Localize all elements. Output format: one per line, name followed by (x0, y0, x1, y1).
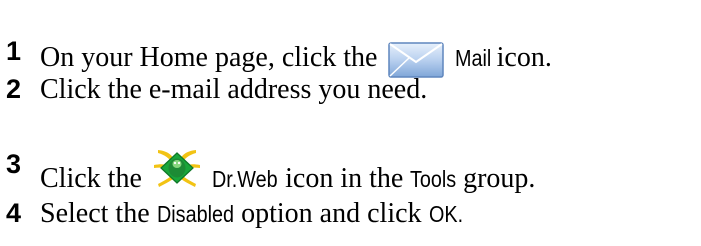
disabled-label: Disabled (156, 201, 234, 227)
tools-label: Tools (410, 166, 457, 192)
mail-label: Mail (455, 45, 492, 71)
step-text-before: On your Home page, click the (40, 42, 378, 73)
step-text-middle: icon in the (285, 163, 404, 194)
step-text: Click the e-mail address you need. (40, 74, 428, 105)
step-number: 1 (6, 36, 22, 66)
step-text-after: icon. (496, 42, 552, 73)
step-number: 3 (6, 149, 22, 179)
step-text: On your Home page, click the Mail icon. (40, 36, 552, 78)
step-text-after: group. (463, 163, 536, 194)
step-number: 4 (6, 198, 22, 228)
mail-envelope-icon (388, 42, 445, 78)
step-number: 2 (6, 74, 22, 104)
dr-web-label: Dr.Web (211, 166, 278, 192)
step-text-before: Select the (40, 198, 150, 229)
dr-web-spider-icon (151, 145, 203, 189)
ok-label: OK. (428, 201, 463, 227)
step-text-middle: option and click (241, 198, 422, 229)
step-text-before: Click the (40, 163, 142, 194)
step-text: Click the Dr.Web icon in the Tools group… (40, 149, 535, 193)
step-text: Select the Disabled option and click OK. (40, 200, 468, 228)
